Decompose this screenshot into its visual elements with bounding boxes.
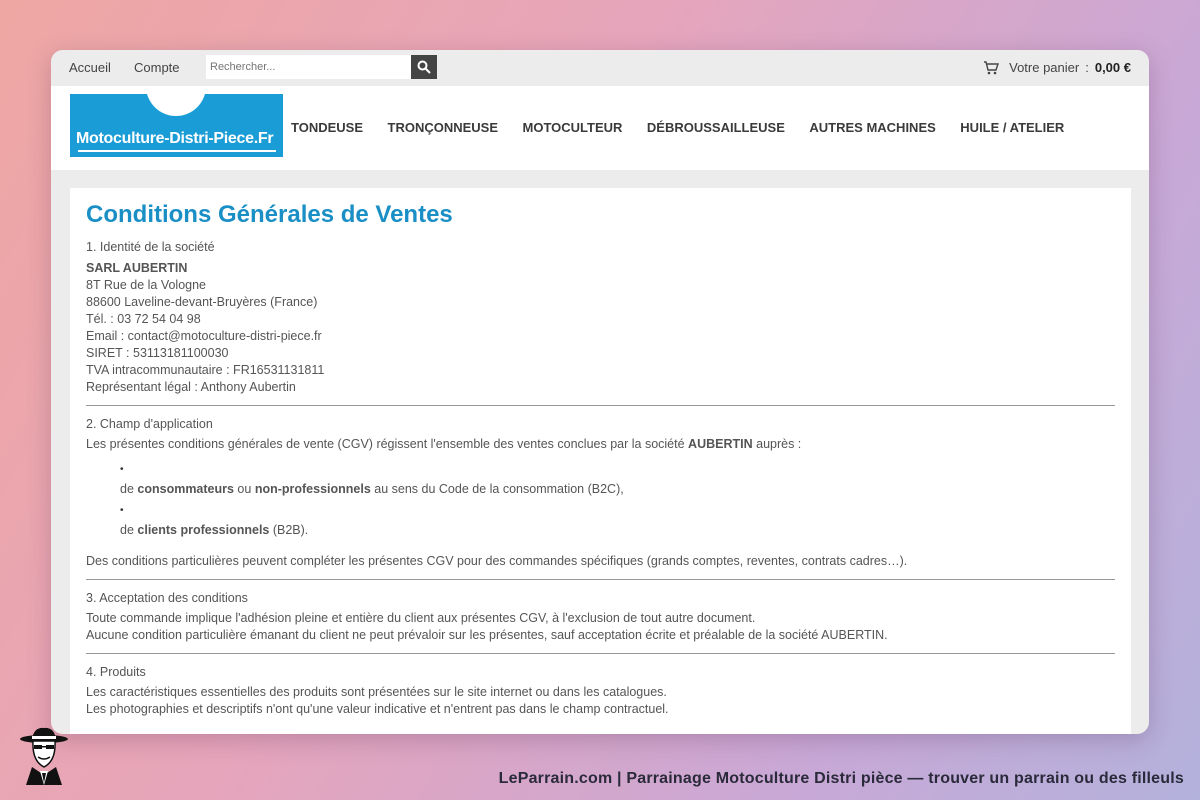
bullet: •	[120, 464, 124, 475]
cart-separator: :	[1085, 60, 1089, 75]
search-input[interactable]	[206, 56, 410, 78]
bullet: •	[120, 505, 124, 516]
cart-amount: 0,00 €	[1094, 60, 1131, 75]
account-link[interactable]: Compte	[134, 60, 180, 75]
vat-line: TVA intracommunautaire : FR16531131811	[86, 363, 325, 377]
divider	[86, 405, 1115, 406]
top-bar: Accueil Compte Votre panier : 0,00 €	[51, 50, 1149, 86]
browser-window: Accueil Compte Votre panier : 0,00 € Mot	[51, 50, 1149, 734]
paragraph-line: Les caractéristiques essentielles des pr…	[86, 685, 667, 699]
site-header: Motoculture-Distri-Piece.Fr TONDEUSE TRO…	[51, 86, 1149, 170]
section-acceptance: 3. Acceptation des conditions Toute comm…	[86, 590, 1115, 644]
parrain-mascot-icon	[20, 727, 68, 785]
phone-line: Tél. : 03 72 54 04 98	[86, 312, 201, 326]
search-button[interactable]	[411, 55, 437, 79]
nav-item-motoculteur[interactable]: MOTOCULTEUR	[523, 120, 623, 135]
divider	[86, 653, 1115, 654]
search-icon	[417, 60, 431, 74]
nav-item-tronconneuse[interactable]: TRONÇONNEUSE	[388, 120, 499, 135]
list-item: • de consommateurs ou non-professionnels…	[120, 463, 1115, 498]
logo-text: Motoculture-Distri-Piece.Fr	[76, 130, 274, 147]
cart-label: Votre panier	[1009, 60, 1080, 75]
nav-item-autres-machines[interactable]: AUTRES MACHINES	[809, 120, 935, 135]
siret-line: SIRET : 53113181100030	[86, 346, 229, 360]
city-line: 88600 Laveline-devant-Bruyères (France)	[86, 295, 318, 309]
cart-summary[interactable]: Votre panier : 0,00 €	[983, 60, 1131, 75]
list-item: • de clients professionnels (B2B).	[120, 504, 1115, 539]
company-name: SARL AUBERTIN	[86, 261, 188, 275]
footer-caption: LeParrain.com | Parrainage Motoculture D…	[498, 770, 1184, 787]
nav-item-debroussailleuse[interactable]: DÉBROUSSAILLEUSE	[647, 120, 785, 135]
site-logo[interactable]: Motoculture-Distri-Piece.Fr	[70, 94, 283, 157]
section-title: 2. Champ d'application	[86, 417, 213, 431]
section-title: 3. Acceptation des conditions	[86, 591, 248, 605]
section-title: 4. Produits	[86, 665, 146, 679]
page-title: Conditions Générales de Ventes	[86, 201, 453, 228]
legal-rep-line: Représentant légal : Anthony Aubertin	[86, 380, 296, 394]
cart-icon	[984, 60, 1000, 74]
nav-item-huile-atelier[interactable]: HUILE / ATELIER	[960, 120, 1064, 135]
scope-list: • de consommateurs ou non-professionnels…	[86, 463, 1115, 539]
section-title: 1. Identité de la société	[86, 240, 215, 254]
section-identity: 1. Identité de la société SARL AUBERTIN …	[86, 239, 1115, 396]
search-box	[206, 55, 437, 79]
paragraph-line: Toute commande implique l'adhésion plein…	[86, 611, 756, 625]
nav-item-tondeuse[interactable]: TONDEUSE	[291, 120, 363, 135]
home-link[interactable]: Accueil	[69, 60, 111, 75]
paragraph-line: Aucune condition particulière émanant du…	[86, 628, 888, 642]
email-line: Email : contact@motoculture-distri-piece…	[86, 329, 322, 343]
section-scope: 2. Champ d'application Les présentes con…	[86, 416, 1115, 570]
scope-outro: Des conditions particulières peuvent com…	[86, 554, 908, 568]
main-nav: TONDEUSE TRONÇONNEUSE MOTOCULTEUR DÉBROU…	[291, 120, 1089, 135]
address-line: 8T Rue de la Vologne	[86, 278, 207, 292]
divider	[86, 579, 1115, 580]
scope-intro: Les présentes conditions générales de ve…	[86, 437, 802, 451]
main-content: Conditions Générales de Ventes 1. Identi…	[70, 188, 1131, 734]
paragraph-line: Les photographies et descriptifs n'ont q…	[86, 702, 669, 716]
section-products: 4. Produits Les caractéristiques essenti…	[86, 664, 1115, 718]
